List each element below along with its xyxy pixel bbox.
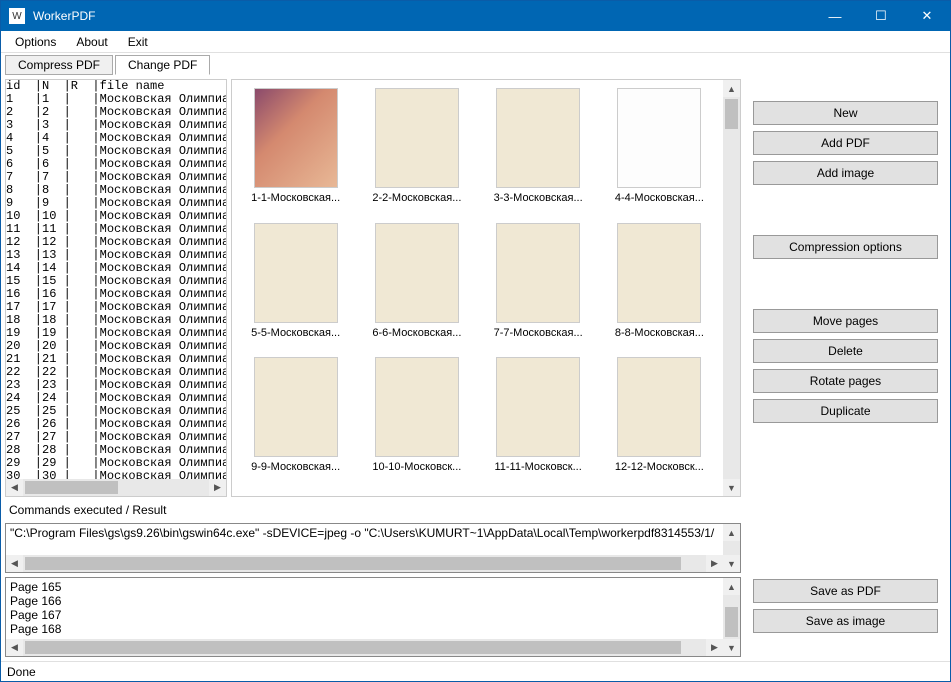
thumbnail-image[interactable]	[496, 223, 580, 323]
thumbnail-item[interactable]: 1-1-Московская...	[238, 88, 353, 219]
thumbnail-item[interactable]: 2-2-Московская...	[359, 88, 474, 219]
menubar: Options About Exit	[1, 31, 950, 53]
thumbnail-image[interactable]	[617, 223, 701, 323]
result-line: Page 165	[10, 580, 719, 594]
thumbnail-grid[interactable]: 1-1-Московская... 2-2-Московская... 3-3-Мо…	[232, 80, 723, 496]
thumbnail-label: 4-4-Московская...	[604, 192, 714, 204]
save-as-image-button[interactable]: Save as image	[753, 609, 938, 633]
thumbnail-item[interactable]: 3-3-Московская...	[481, 88, 596, 219]
thumbnail-item[interactable]: 4-4-Московская...	[602, 88, 717, 219]
thumbnail-label: 8-8-Московская...	[604, 327, 714, 339]
command-log-vscrollbar[interactable]: ▲ ▼	[723, 524, 740, 572]
file-table[interactable]: id |N |R |file name 1 |1 | |Московская О…	[6, 80, 226, 479]
tab-strip: Compress PDF Change PDF	[1, 53, 950, 75]
thumbnail-label: 5-5-Московская...	[241, 327, 351, 339]
result-log-hscrollbar[interactable]: ◀ ▶	[6, 639, 723, 656]
scroll-left-icon[interactable]: ◀	[6, 555, 23, 572]
result-line: Page 168	[10, 622, 719, 636]
add-image-button[interactable]: Add image	[753, 161, 938, 185]
scroll-down-icon[interactable]: ▼	[723, 479, 740, 496]
thumbnail-item[interactable]: 12-12-Московск...	[602, 357, 717, 488]
scroll-down-icon[interactable]: ▼	[723, 555, 740, 572]
thumbnail-label: 10-10-Московск...	[362, 461, 472, 473]
scroll-up-icon[interactable]: ▲	[723, 524, 740, 541]
thumbnail-label: 7-7-Московская...	[483, 327, 593, 339]
thumbnail-vscrollbar[interactable]: ▲ ▼	[723, 80, 740, 496]
thumbnail-label: 1-1-Московская...	[241, 192, 351, 204]
thumbnail-image[interactable]	[375, 357, 459, 457]
commands-label: Commands executed / Result	[5, 501, 741, 519]
command-log-hscrollbar[interactable]: ◀ ▶	[6, 555, 723, 572]
thumbnail-item[interactable]: 11-11-Московск...	[481, 357, 596, 488]
thumbnail-image[interactable]	[375, 223, 459, 323]
thumbnail-image[interactable]	[496, 357, 580, 457]
scroll-right-icon[interactable]: ▶	[706, 555, 723, 572]
result-log-vscrollbar[interactable]: ▲ ▼	[723, 578, 740, 656]
move-pages-button[interactable]: Move pages	[753, 309, 938, 333]
thumbnail-item[interactable]: 10-10-Московск...	[359, 357, 474, 488]
result-log: Page 165Page 166Page 167Page 168 ◀ ▶ ▲ ▼	[5, 577, 741, 657]
thumbnail-image[interactable]	[617, 88, 701, 188]
scroll-right-icon[interactable]: ▶	[706, 639, 723, 656]
result-line: Page 166	[10, 594, 719, 608]
action-panel: New Add PDF Add image Compression option…	[745, 79, 946, 657]
thumbnail-label: 11-11-Московск...	[483, 461, 593, 473]
close-button[interactable]: ✕	[904, 1, 950, 31]
command-log-text[interactable]: "C:\Program Files\gs\gs9.26\bin\gswin64c…	[6, 524, 723, 555]
scroll-down-icon[interactable]: ▼	[723, 639, 740, 656]
scroll-left-icon[interactable]: ◀	[6, 639, 23, 656]
save-as-pdf-button[interactable]: Save as PDF	[753, 579, 938, 603]
thumbnail-image[interactable]	[375, 88, 459, 188]
thumbnail-image[interactable]	[254, 88, 338, 188]
rotate-pages-button[interactable]: Rotate pages	[753, 369, 938, 393]
thumbnail-image[interactable]	[496, 88, 580, 188]
add-pdf-button[interactable]: Add PDF	[753, 131, 938, 155]
thumbnail-panel: 1-1-Московская... 2-2-Московская... 3-3-Мо…	[231, 79, 741, 497]
menu-about[interactable]: About	[66, 33, 117, 51]
scroll-right-icon[interactable]: ▶	[209, 479, 226, 496]
thumbnail-image[interactable]	[254, 357, 338, 457]
maximize-button[interactable]: ☐	[858, 1, 904, 31]
thumbnail-image[interactable]	[617, 357, 701, 457]
thumbnail-image[interactable]	[254, 223, 338, 323]
thumbnail-label: 6-6-Московская...	[362, 327, 472, 339]
titlebar[interactable]: W WorkerPDF ― ☐ ✕	[1, 1, 950, 31]
command-log: "C:\Program Files\gs\gs9.26\bin\gswin64c…	[5, 523, 741, 573]
scroll-up-icon[interactable]: ▲	[723, 80, 740, 97]
thumbnail-label: 2-2-Московская...	[362, 192, 472, 204]
scroll-left-icon[interactable]: ◀	[6, 479, 23, 496]
tab-compress-pdf[interactable]: Compress PDF	[5, 55, 113, 75]
app-window: W WorkerPDF ― ☐ ✕ Options About Exit Com…	[0, 0, 951, 682]
thumbnail-item[interactable]: 9-9-Московская...	[238, 357, 353, 488]
thumbnail-item[interactable]: 5-5-Московская...	[238, 223, 353, 354]
tab-content: id |N |R |file name 1 |1 | |Московская О…	[1, 75, 950, 661]
left-column: id |N |R |file name 1 |1 | |Московская О…	[5, 79, 741, 657]
menu-exit[interactable]: Exit	[118, 33, 158, 51]
thumbnail-label: 3-3-Московская...	[483, 192, 593, 204]
thumbnail-item[interactable]: 8-8-Московская...	[602, 223, 717, 354]
thumbnail-item[interactable]: 6-6-Московская...	[359, 223, 474, 354]
tab-change-pdf[interactable]: Change PDF	[115, 55, 210, 75]
thumbnail-label: 9-9-Московская...	[241, 461, 351, 473]
delete-button[interactable]: Delete	[753, 339, 938, 363]
menu-options[interactable]: Options	[5, 33, 66, 51]
scroll-up-icon[interactable]: ▲	[723, 578, 740, 595]
minimize-button[interactable]: ―	[812, 1, 858, 31]
thumbnail-item[interactable]: 7-7-Московская...	[481, 223, 596, 354]
result-log-text[interactable]: Page 165Page 166Page 167Page 168	[6, 578, 723, 639]
window-title: WorkerPDF	[33, 9, 812, 23]
file-list-panel: id |N |R |file name 1 |1 | |Московская О…	[5, 79, 227, 497]
compression-options-button[interactable]: Compression options	[753, 235, 938, 259]
thumbnail-label: 12-12-Московск...	[604, 461, 714, 473]
file-list-hscrollbar[interactable]: ◀ ▶	[6, 479, 226, 496]
new-button[interactable]: New	[753, 101, 938, 125]
upper-row: id |N |R |file name 1 |1 | |Московская О…	[5, 79, 741, 497]
window-controls: ― ☐ ✕	[812, 1, 950, 31]
result-line: Page 167	[10, 608, 719, 622]
status-bar: Done	[1, 661, 950, 681]
app-icon: W	[9, 8, 25, 24]
duplicate-button[interactable]: Duplicate	[753, 399, 938, 423]
